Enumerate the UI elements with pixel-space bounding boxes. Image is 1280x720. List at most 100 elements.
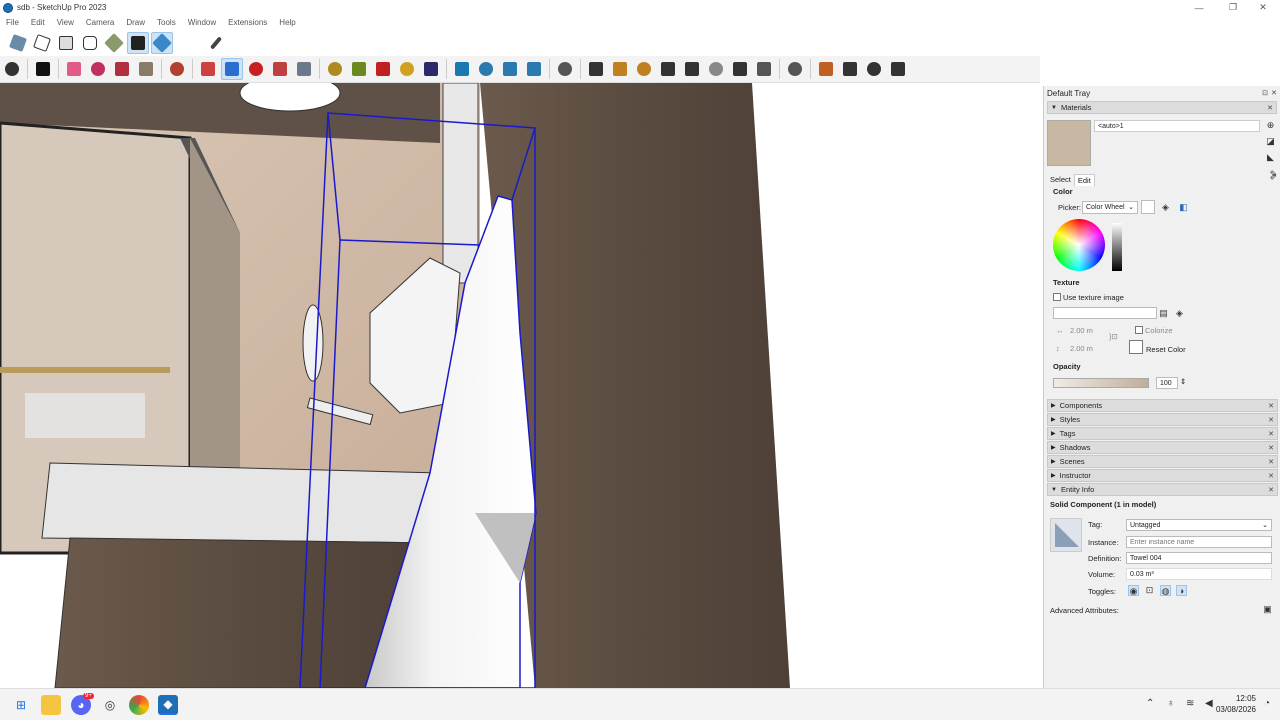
solid-split-icon[interactable] (127, 31, 149, 54)
match-model-color-icon[interactable]: ◈ (1160, 202, 1171, 213)
default-material-icon[interactable]: ◣ (1265, 152, 1276, 163)
add-location-icon[interactable] (681, 58, 703, 80)
visibility-toggle-icon[interactable]: ◉ (1128, 585, 1139, 596)
section-shadows[interactable]: ▶ Shadows ✕ (1047, 441, 1278, 454)
cast-shadows-icon[interactable]: ◑ (1176, 585, 1187, 596)
section-cuts-icon[interactable] (523, 58, 545, 80)
menu-extensions[interactable]: Extensions (222, 18, 273, 27)
scenes-close-icon[interactable]: ✕ (1268, 458, 1274, 466)
create-material-icon[interactable]: ⊕ (1265, 120, 1276, 131)
restore-button[interactable]: ❐ (1216, 0, 1250, 15)
instance-input[interactable] (1126, 536, 1272, 548)
offset-icon[interactable] (197, 58, 219, 80)
tray-pin-icon[interactable]: ⊡ (1262, 89, 1268, 97)
eyedropper-icon[interactable]: ✐ (1268, 172, 1279, 183)
brightness-slider[interactable] (1112, 223, 1122, 271)
follow-me-icon[interactable] (293, 58, 315, 80)
lock-toggle-icon[interactable]: ⊡ (1144, 585, 1155, 596)
volume-icon[interactable]: ◀ (1205, 698, 1213, 709)
instructor-close-icon[interactable]: ✕ (1268, 472, 1274, 480)
select-icon[interactable] (32, 58, 54, 80)
menu-draw[interactable]: Draw (120, 18, 151, 27)
advanced-attributes-label[interactable]: Advanced Attributes: (1050, 606, 1119, 615)
match-screen-color-icon[interactable]: ◧ (1178, 202, 1189, 213)
tab-select[interactable]: Select (1047, 174, 1074, 186)
color-wheel[interactable] (1053, 219, 1105, 271)
materials-close-icon[interactable]: ✕ (1267, 104, 1273, 112)
section-components[interactable]: ▶ Components ✕ (1047, 399, 1278, 412)
section-tags[interactable]: ▶ Tags ✕ (1047, 427, 1278, 440)
layout-icon[interactable] (657, 58, 679, 80)
entity-info-close-icon[interactable]: ✕ (1268, 486, 1274, 494)
tab-edit[interactable]: Edit (1073, 174, 1095, 186)
wifi-icon[interactable]: ≋ (1186, 698, 1194, 709)
picker-select[interactable]: Color Wheel ⌄ (1082, 201, 1138, 214)
share-icon[interactable] (633, 58, 655, 80)
tray-close-icon[interactable]: ✕ (1271, 89, 1277, 97)
reset-color-label[interactable]: Reset Color (1146, 345, 1186, 354)
sketchup-icon[interactable]: ◆ (158, 695, 178, 715)
section-styles[interactable]: ▶ Styles ✕ (1047, 413, 1278, 426)
opacity-field[interactable]: 100 (1156, 377, 1178, 389)
eraser-icon[interactable] (63, 58, 85, 80)
texture-height[interactable]: 2.00 m (1070, 344, 1093, 353)
3d-viewport[interactable] (0, 83, 1040, 688)
photo-texture-icon[interactable] (729, 58, 751, 80)
section-fill-icon[interactable] (499, 58, 521, 80)
zoom-icon[interactable] (1, 58, 23, 80)
arc-icon[interactable] (111, 58, 133, 80)
material-name-field[interactable]: <auto>1 (1094, 120, 1260, 132)
orbit-icon[interactable] (372, 58, 394, 80)
solid-intersect-icon[interactable] (31, 32, 53, 54)
styles-close-icon[interactable]: ✕ (1268, 416, 1274, 424)
reset-color-swatch[interactable] (1129, 340, 1143, 354)
info-icon[interactable] (839, 58, 861, 80)
microphone-icon[interactable]: ♁ (1167, 698, 1175, 709)
notification-bell-icon[interactable]: ◔ (1264, 698, 1270, 709)
chrome-icon[interactable] (129, 695, 149, 715)
extension-warehouse-icon[interactable] (609, 58, 631, 80)
minimize-button[interactable]: — (1182, 0, 1216, 15)
texture-path-field[interactable] (1053, 307, 1157, 319)
push-pull-icon[interactable] (166, 58, 188, 80)
system-clock[interactable]: 12:05 03/08/2026 (1216, 693, 1256, 715)
section-instructor[interactable]: ▶ Instructor ✕ (1047, 469, 1278, 482)
zoom-extents-icon[interactable] (420, 58, 442, 80)
account-icon[interactable] (887, 58, 909, 80)
receive-shadows-icon[interactable]: ◍ (1160, 585, 1171, 596)
lock-aspect-icon[interactable]: }⊡ (1109, 332, 1118, 341)
paint-bucket-icon[interactable] (348, 58, 370, 80)
solid-tools-outer-shell-icon[interactable] (7, 32, 29, 54)
close-button[interactable]: ✕ (1246, 0, 1280, 15)
section-scenes[interactable]: ▶ Scenes ✕ (1047, 455, 1278, 468)
components-close-icon[interactable]: ✕ (1268, 402, 1274, 410)
section-plane-icon[interactable] (451, 58, 473, 80)
move-icon[interactable] (221, 58, 243, 80)
tape-measure-icon[interactable] (324, 58, 346, 80)
material-swatch[interactable] (1047, 120, 1091, 166)
cloud-icon[interactable] (753, 58, 775, 80)
menu-window[interactable]: Window (182, 18, 222, 27)
tag-select[interactable]: Untagged ⌄ (1126, 519, 1272, 531)
opacity-slider[interactable] (1053, 378, 1149, 388)
color-preview-swatch[interactable] (1141, 200, 1155, 214)
menu-help[interactable]: Help (273, 18, 301, 27)
section-display-icon[interactable] (475, 58, 497, 80)
solid-active-icon[interactable] (151, 31, 173, 54)
menu-camera[interactable]: Camera (80, 18, 120, 27)
solid-trim-icon[interactable] (103, 32, 125, 54)
pan-icon[interactable] (396, 58, 418, 80)
pencil-line-icon[interactable] (87, 58, 109, 80)
edit-texture-icon[interactable]: ◈ (1174, 308, 1185, 319)
geo-icon[interactable] (705, 58, 727, 80)
browse-folder-icon[interactable]: ▤ (1158, 308, 1169, 319)
section-entity-info[interactable]: ▼ Entity Info ✕ (1047, 483, 1278, 496)
menu-view[interactable]: View (51, 18, 80, 27)
scale-icon[interactable] (269, 58, 291, 80)
rectangle-icon[interactable] (135, 58, 157, 80)
rotate-icon[interactable] (245, 58, 267, 80)
use-texture-checkbox[interactable] (1053, 293, 1061, 301)
solid-subtract-icon[interactable] (79, 32, 101, 54)
scene-icon[interactable] (815, 58, 837, 80)
chevron-up-icon[interactable]: ⌃ (1146, 698, 1154, 709)
